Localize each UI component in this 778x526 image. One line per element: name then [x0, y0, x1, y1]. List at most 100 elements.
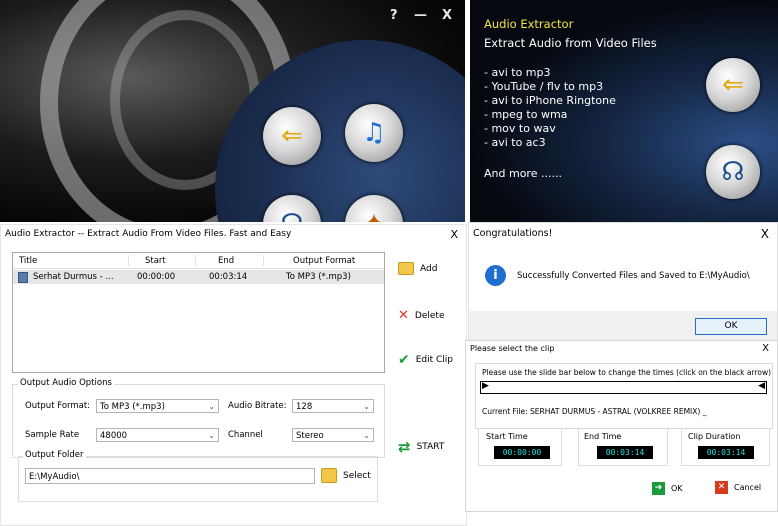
singer-icon: ☊	[721, 157, 745, 187]
col-divider	[128, 255, 129, 266]
main-window: ⇐ ♫ ☊ ✦ ? — X	[0, 0, 465, 222]
close-button[interactable]: X	[442, 8, 452, 23]
clip-cancel-button[interactable]: ✕ Cancel	[715, 481, 761, 494]
congrats-message: Successfully Converted Files and Saved t…	[517, 271, 750, 281]
extract-audio-button[interactable]: ⇐	[263, 107, 321, 165]
row-start: 00:00:00	[137, 272, 176, 282]
feature-more: And more ......	[484, 167, 562, 180]
audio-bitrate-label: Audio Bitrate:	[228, 401, 287, 411]
output-format-label: Output Format:	[25, 401, 91, 411]
clip-cancel-label: Cancel	[734, 483, 762, 492]
delete-label: Delete	[414, 310, 445, 321]
col-title[interactable]: Title	[19, 256, 37, 266]
slider-end-arrow[interactable]: ◀	[758, 381, 765, 391]
slider-start-arrow[interactable]: ▶	[482, 381, 489, 391]
clip-ok-button[interactable]: ➜ OK	[652, 482, 683, 495]
file-table[interactable]: Title Start End Output Format Serhat Dur…	[12, 252, 385, 373]
edit-clip-label: Edit Clip	[415, 355, 454, 365]
dialog-title: Audio Extractor -- Extract Audio From Vi…	[5, 229, 292, 239]
clip-slider[interactable]: ▶ ◀	[480, 381, 767, 394]
congrats-dialog: Congratulations! X i Successfully Conver…	[468, 222, 778, 342]
info-title: Audio Extractor	[484, 17, 574, 31]
chevron-down-icon: ⌄	[363, 431, 370, 440]
end-time-display: 00:03:14	[597, 446, 653, 459]
chevron-down-icon: ⌄	[208, 402, 215, 411]
chevron-down-icon: ⌄	[363, 402, 370, 411]
col-divider	[195, 255, 196, 266]
feature-item: - avi to mp3	[484, 66, 551, 79]
minimize-button[interactable]: —	[414, 8, 427, 23]
output-folder-label: Output Folder	[23, 450, 86, 460]
clip-current-file: Current File: SERHAT DURMUS - ASTRAL (VO…	[482, 407, 707, 416]
table-header: Title Start End Output Format	[13, 253, 384, 269]
duration-display: 00:03:14	[698, 446, 754, 459]
congrats-close-button[interactable]: X	[761, 227, 769, 241]
start-label: START	[416, 442, 445, 452]
help-button[interactable]: ?	[390, 8, 398, 23]
audio-bitrate-value: 128	[296, 402, 313, 412]
chevron-down-icon: ⌄	[208, 431, 215, 440]
channel-select[interactable]: Stereo ⌄	[292, 428, 374, 442]
select-folder-button[interactable]: Select	[321, 468, 371, 483]
output-folder-input[interactable]: E:\MyAudio\	[25, 468, 315, 484]
end-time-label: End Time	[584, 432, 622, 441]
green-arrow-icon: ➜	[652, 482, 665, 495]
singer-icon: ☊	[280, 209, 303, 222]
clip-instruction: Please use the slide bar below to change…	[482, 368, 772, 377]
clip-dialog: Please select the clip X Please use the …	[465, 340, 778, 512]
output-format-select[interactable]: To MP3 (*.mp3) ⌄	[96, 399, 219, 413]
extractor-dialog: Audio Extractor -- Extract Audio From Vi…	[0, 224, 467, 526]
music-converter-button[interactable]: ♫	[345, 104, 403, 162]
delete-button[interactable]: ✕ Delete	[398, 308, 444, 323]
folder-add-icon	[398, 262, 414, 275]
output-folder-value: E:\MyAudio\	[29, 472, 80, 482]
start-button[interactable]: ⇄ START	[398, 438, 444, 456]
feature-item: - mov to wav	[484, 122, 556, 135]
sample-rate-label: Sample Rate	[25, 430, 80, 440]
output-options-group	[12, 384, 385, 458]
dialog-close-button[interactable]: X	[450, 228, 458, 241]
info-icon: i	[485, 265, 506, 286]
table-row[interactable]: Serhat Durmus - ... 00:00:00 00:03:14 To…	[13, 270, 384, 284]
congrats-ok-button[interactable]: OK	[695, 318, 767, 335]
add-label: Add	[420, 263, 438, 274]
clip-ok-label: OK	[671, 484, 683, 493]
feature-item: - mpeg to wma	[484, 108, 568, 121]
convert-arrows-icon: ⇄	[398, 438, 411, 456]
audio-arrow-icon: ⇐	[281, 121, 303, 151]
output-options-label: Output Audio Options	[18, 378, 114, 388]
delete-x-icon: ✕	[398, 308, 409, 323]
ringtone-button-side[interactable]: ☊	[706, 145, 760, 199]
extract-audio-button-side[interactable]: ⇐	[706, 58, 760, 112]
info-subtitle: Extract Audio from Video Files	[484, 36, 657, 50]
red-x-icon: ✕	[715, 481, 728, 494]
col-start[interactable]: Start	[145, 256, 166, 266]
col-divider	[263, 255, 264, 266]
feature-item: - avi to ac3	[484, 136, 546, 149]
film-icon: ✦	[363, 209, 385, 222]
clip-close-button[interactable]: X	[762, 343, 769, 354]
select-label: Select	[343, 470, 371, 481]
sample-rate-value: 48000	[100, 431, 128, 441]
music-note-icon: ♫	[362, 118, 386, 148]
start-time-label: Start Time	[486, 432, 528, 441]
row-end: 00:03:14	[209, 272, 248, 282]
sample-rate-select[interactable]: 48000 ⌄	[96, 428, 219, 442]
congrats-title: Congratulations!	[473, 228, 553, 239]
feature-item: - avi to iPhone Ringtone	[484, 94, 616, 107]
file-icon	[18, 272, 28, 283]
channel-label: Channel	[228, 430, 263, 440]
add-button[interactable]: Add	[398, 262, 437, 275]
feature-item: - YouTube / flv to mp3	[484, 80, 604, 93]
output-format-value: To MP3 (*.mp3)	[100, 402, 165, 412]
audio-bitrate-select[interactable]: 128 ⌄	[292, 399, 374, 413]
info-panel: Audio Extractor Extract Audio from Video…	[470, 0, 778, 222]
edit-clip-button[interactable]: ✔ Edit Clip	[398, 352, 453, 368]
clip-title: Please select the clip	[470, 344, 555, 353]
col-end[interactable]: End	[218, 256, 234, 266]
duration-label: Clip Duration	[688, 432, 741, 441]
checkmark-icon: ✔	[398, 352, 410, 368]
col-output-format[interactable]: Output Format	[293, 256, 355, 266]
row-format: To MP3 (*.mp3)	[286, 272, 351, 282]
row-title: Serhat Durmus - ...	[33, 272, 114, 282]
